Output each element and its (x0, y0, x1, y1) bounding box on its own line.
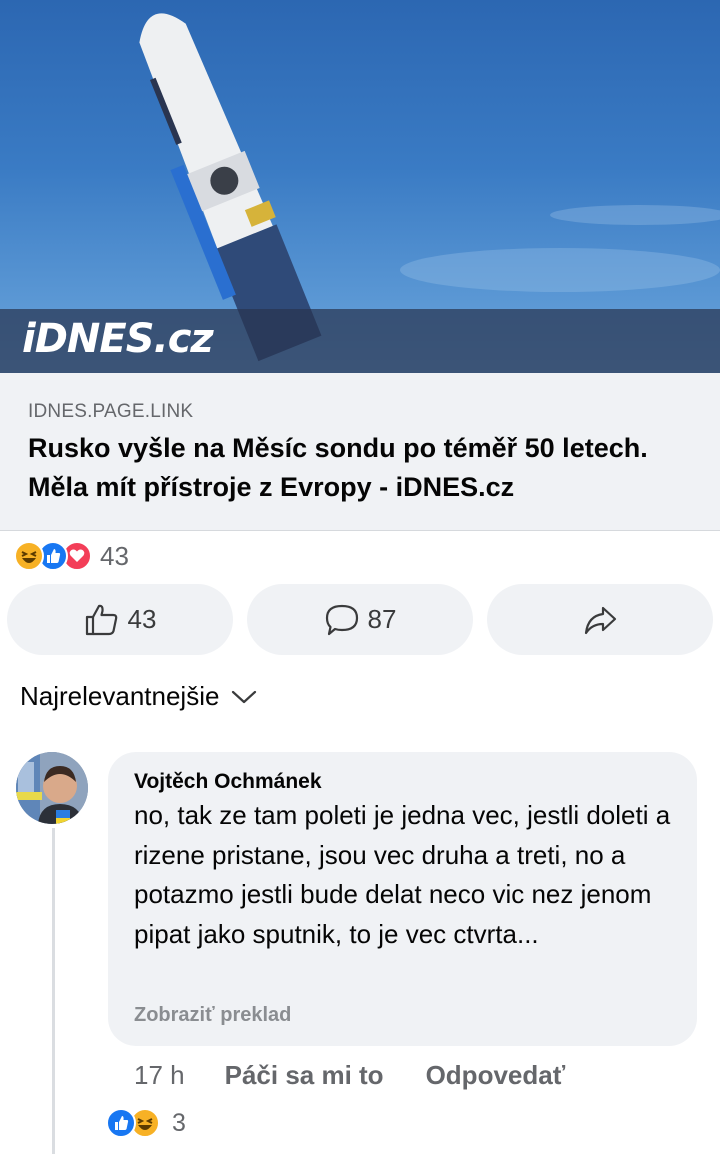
avatar[interactable] (16, 752, 88, 824)
thread-line (52, 828, 55, 1154)
reaction-count: 43 (100, 540, 129, 571)
comment-text: no, tak ze tam poleti je jedna vec, jest… (134, 800, 671, 949)
link-title[interactable]: Rusko vyšle na Měsíc sondu po téměř 50 l… (28, 429, 698, 507)
share-icon (584, 606, 617, 634)
comment-reaction-count: 3 (172, 1108, 186, 1137)
sort-label: Najrelevantnejšie (20, 681, 220, 711)
thumbs-up-icon (85, 604, 117, 635)
chevron-down-icon (232, 690, 257, 703)
comment-reaction-summary[interactable]: 3 (106, 1108, 186, 1138)
site-logo: iDNES.cz (22, 316, 214, 362)
comment-reply-button[interactable]: Odpovedať (426, 1060, 566, 1091)
comment-icon (325, 604, 358, 635)
like-icon (106, 1108, 136, 1138)
link-card[interactable]: IDNES.PAGE.LINK Rusko vyšle na Měsíc son… (0, 373, 720, 531)
comment-count: 87 (367, 604, 397, 634)
see-translation-link[interactable]: Zobraziť preklad (134, 1004, 291, 1027)
comment-button[interactable]: 87 (247, 584, 473, 655)
comment-author[interactable]: Vojtěch Ochmánek (134, 770, 322, 794)
link-preview-image[interactable]: iDNES.cz (0, 0, 720, 373)
comment-bubble[interactable]: Vojtěch Ochmánek no, tak ze tam poleti j… (108, 752, 697, 1046)
comment-like-button[interactable]: Páči sa mi to (225, 1060, 384, 1091)
comment-timestamp[interactable]: 17 h (134, 1060, 185, 1091)
share-button[interactable] (487, 584, 713, 655)
link-domain: IDNES.PAGE.LINK (28, 401, 194, 422)
like-button[interactable]: 43 (7, 584, 233, 655)
like-count: 43 (127, 604, 157, 634)
reaction-summary[interactable]: 43 (14, 540, 129, 572)
haha-icon (14, 541, 44, 571)
comment-actions: 17 h Páči sa mi to Odpovedať (134, 1060, 565, 1091)
comment-sort-dropdown[interactable]: Najrelevantnejšie (20, 681, 257, 712)
